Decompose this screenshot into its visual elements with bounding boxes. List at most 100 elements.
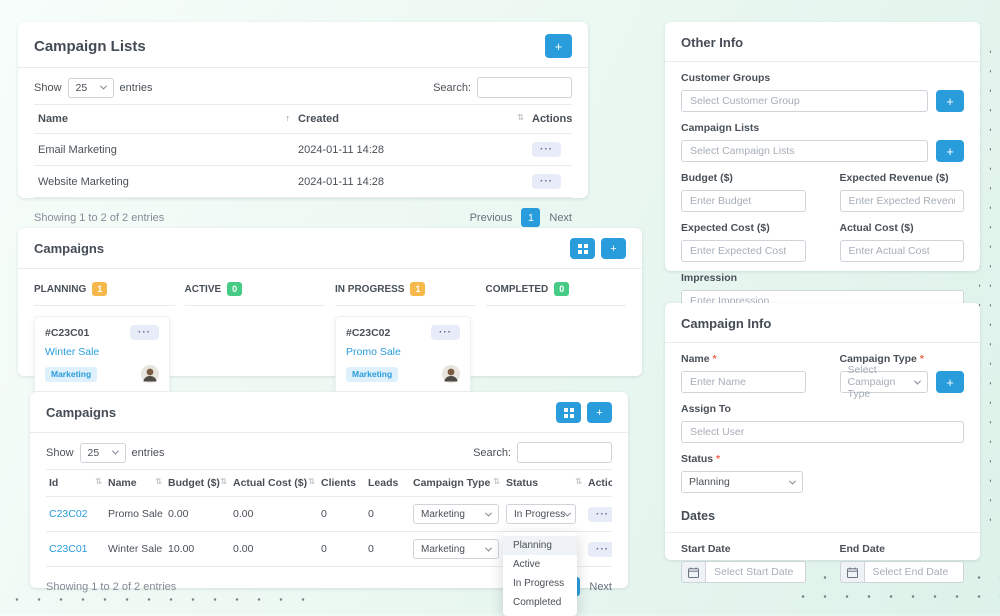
campaign-id-link[interactable]: C23C01 bbox=[49, 543, 88, 555]
column-header-id[interactable]: Id⇅ bbox=[46, 470, 105, 497]
column-header-campaign-type[interactable]: Campaign Type⇅ bbox=[410, 470, 503, 497]
assign-to-label: Assign To bbox=[681, 403, 964, 415]
column-header-actual-cost[interactable]: Actual Cost ($)⇅ bbox=[230, 470, 318, 497]
required-asterisk: * bbox=[920, 353, 924, 365]
dropdown-option-completed[interactable]: Completed bbox=[503, 593, 577, 612]
list-name-cell: Email Marketing bbox=[34, 134, 294, 166]
row-actions-button[interactable]: ··· bbox=[532, 142, 561, 157]
campaign-id-link[interactable]: C23C02 bbox=[49, 508, 88, 520]
expected-cost-label: Expected Cost ($) bbox=[681, 222, 806, 234]
budget-input[interactable] bbox=[681, 190, 806, 212]
campaign-type-select[interactable]: Marketing bbox=[413, 504, 499, 524]
campaign-type-select[interactable]: Marketing bbox=[413, 539, 499, 559]
card-actions-button[interactable]: ··· bbox=[431, 325, 460, 340]
campaign-lists-card: Campaign Lists + Show 25 entries Search:… bbox=[18, 22, 588, 198]
budget-cell: 0.00 bbox=[165, 497, 230, 532]
showing-entries-text: Showing 1 to 2 of 2 entries bbox=[34, 212, 164, 224]
campaign-lists-input[interactable] bbox=[681, 140, 928, 162]
name-input[interactable] bbox=[681, 371, 806, 393]
clients-cell: 0 bbox=[318, 532, 365, 567]
divider bbox=[18, 67, 588, 68]
sort-icon[interactable]: ⇅ bbox=[155, 477, 162, 486]
dot-pattern-top-left bbox=[6, 0, 551, 7]
column-header-actions: Actions bbox=[585, 470, 612, 497]
next-page-link[interactable]: Next bbox=[549, 212, 572, 224]
end-date-input[interactable] bbox=[865, 561, 965, 583]
search-label: Search: bbox=[433, 82, 471, 94]
column-header-name[interactable]: Name ↑ bbox=[34, 105, 294, 134]
show-label: Show bbox=[34, 82, 62, 94]
grid-view-button[interactable] bbox=[570, 238, 595, 259]
plus-icon: + bbox=[610, 243, 616, 255]
sort-icon[interactable]: ⇅ bbox=[575, 477, 582, 486]
status-select[interactable]: Planning bbox=[681, 471, 803, 493]
status-select[interactable]: In Progress bbox=[506, 504, 576, 524]
calendar-icon-button[interactable] bbox=[681, 561, 706, 583]
sort-icon[interactable]: ⇅ bbox=[220, 477, 227, 486]
next-page-link[interactable]: Next bbox=[589, 581, 612, 593]
column-header-budget[interactable]: Budget ($)⇅ bbox=[165, 470, 230, 497]
entries-select[interactable]: 25 bbox=[68, 78, 114, 98]
search-input[interactable] bbox=[517, 442, 612, 463]
previous-page-link[interactable]: Previous bbox=[470, 212, 513, 224]
page-number-button[interactable]: 1 bbox=[521, 208, 540, 227]
column-header-created[interactable]: Created ⇅ bbox=[294, 105, 528, 134]
chevron-down-icon bbox=[914, 377, 921, 384]
sort-icon[interactable]: ⇅ bbox=[493, 477, 500, 486]
grid-view-button[interactable] bbox=[556, 402, 581, 423]
count-badge: 1 bbox=[410, 282, 425, 296]
entries-label: entries bbox=[120, 82, 153, 94]
avatar[interactable] bbox=[442, 365, 460, 383]
add-campaign-list-button[interactable]: + bbox=[545, 34, 572, 58]
sort-icon[interactable]: ⇅ bbox=[95, 477, 102, 486]
row-actions-button[interactable]: ··· bbox=[588, 542, 612, 557]
column-header-actions: Actions bbox=[528, 105, 572, 134]
campaign-type-select[interactable]: Select Campaign Type bbox=[840, 371, 929, 393]
assign-to-input[interactable] bbox=[681, 421, 964, 443]
dropdown-option-active[interactable]: Active bbox=[503, 555, 577, 574]
column-header-status[interactable]: Status⇅ bbox=[503, 470, 585, 497]
dot-pattern-right bbox=[979, 38, 991, 538]
leads-cell: 0 bbox=[365, 532, 410, 567]
campaign-id: #C23C02 bbox=[346, 327, 390, 339]
count-badge: 0 bbox=[227, 282, 242, 296]
add-campaign-button[interactable]: + bbox=[601, 238, 626, 259]
created-cell: 2024-01-11 14:28 bbox=[294, 166, 528, 198]
search-input[interactable] bbox=[477, 77, 572, 98]
add-campaign-type-button[interactable]: + bbox=[936, 371, 964, 393]
row-actions-button[interactable]: ··· bbox=[532, 174, 561, 189]
actual-cost-input[interactable] bbox=[840, 240, 965, 262]
card-actions-button[interactable]: ··· bbox=[130, 325, 159, 340]
customer-groups-input[interactable] bbox=[681, 90, 928, 112]
expected-cost-input[interactable] bbox=[681, 240, 806, 262]
add-campaign-list-button[interactable]: + bbox=[936, 140, 964, 162]
dropdown-option-in-progress[interactable]: In Progress bbox=[503, 574, 577, 593]
avatar[interactable] bbox=[141, 365, 159, 383]
start-date-input[interactable] bbox=[706, 561, 806, 583]
entries-select[interactable]: 25 bbox=[80, 443, 126, 463]
actual-cost-cell: 0.00 bbox=[230, 497, 318, 532]
column-header-leads[interactable]: Leads bbox=[365, 470, 410, 497]
leads-cell: 0 bbox=[365, 497, 410, 532]
customer-groups-label: Customer Groups bbox=[681, 72, 964, 84]
sort-asc-icon[interactable]: ↑ bbox=[286, 113, 291, 123]
add-campaign-button[interactable]: + bbox=[587, 402, 612, 423]
expected-revenue-input[interactable] bbox=[840, 190, 965, 212]
campaign-lists-title: Campaign Lists bbox=[34, 38, 146, 55]
clients-cell: 0 bbox=[318, 497, 365, 532]
show-label: Show bbox=[46, 447, 74, 459]
calendar-icon-button[interactable] bbox=[840, 561, 865, 583]
status-dropdown-menu: Planning Active In Progress Completed bbox=[503, 532, 577, 616]
campaign-name-link[interactable]: Winter Sale bbox=[45, 346, 159, 358]
add-customer-group-button[interactable]: + bbox=[936, 90, 964, 112]
dropdown-option-planning[interactable]: Planning bbox=[503, 536, 577, 555]
calendar-icon bbox=[847, 567, 858, 578]
sort-icon[interactable]: ⇅ bbox=[308, 477, 315, 486]
chevron-down-icon bbox=[99, 83, 106, 90]
campaign-name-link[interactable]: Promo Sale bbox=[346, 346, 460, 358]
column-header-clients[interactable]: Clients bbox=[318, 470, 365, 497]
sort-icon[interactable]: ⇅ bbox=[517, 113, 524, 122]
column-header-name[interactable]: Name⇅ bbox=[105, 470, 165, 497]
budget-cell: 10.00 bbox=[165, 532, 230, 567]
row-actions-button[interactable]: ··· bbox=[588, 507, 612, 522]
